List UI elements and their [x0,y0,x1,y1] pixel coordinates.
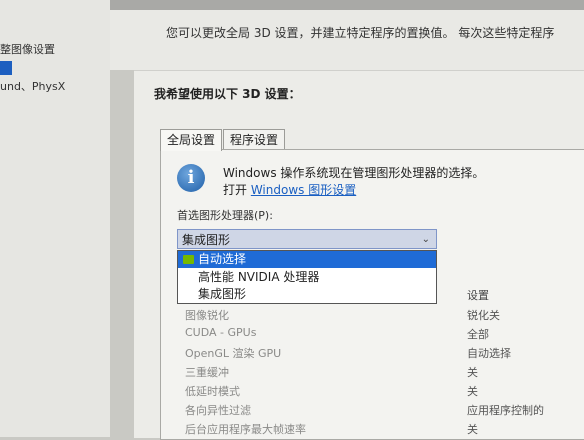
table-row[interactable]: OpenGL 渲染 GPU 自动选择 [161,343,584,362]
preferred-gpu-dropdown: 自动选择 高性能 NVIDIA 处理器 集成图形 [177,250,437,304]
section-title: 我希望使用以下 3D 设置： [154,87,301,101]
left-nav-item-image-settings[interactable]: 整图像设置 [0,41,55,57]
page-description: 您可以更改全局 3D 设置，并建立特定程序的置换值。 每次这些特定程序 [166,26,555,40]
tab-program-settings[interactable]: 程序设置 [223,129,286,150]
feature-name: 图像锐化 [185,309,229,322]
dropdown-option-auto[interactable]: 自动选择 [178,251,436,268]
left-nav-item-physx[interactable]: und、PhysX [0,78,65,94]
top-bar [110,0,584,10]
table-row[interactable]: 低延时模式 关 [161,381,584,400]
feature-name: 各向异性过滤 [185,404,251,417]
table-row[interactable]: 后台应用程序最大帧速率 关 [161,419,584,438]
feature-name: 后台应用程序最大帧速率 [185,423,306,436]
nvidia-chip-icon [183,255,194,264]
feature-value: 全部 [467,328,489,341]
dropdown-option-label: 自动选择 [198,252,247,266]
dropdown-option-integrated[interactable]: 集成图形 [178,286,436,303]
feature-name: OpenGL 渲染 GPU [185,347,282,360]
table-row[interactable]: 各向异性过滤 应用程序控制的 [161,400,584,419]
windows-graphics-settings-link[interactable]: Windows 图形设置 [251,183,356,197]
settings-column-header: 设置 [467,289,489,302]
feature-value: 关 [467,385,478,398]
preferred-gpu-value: 集成图形 [182,233,231,247]
feature-value: 自动选择 [467,347,511,360]
feature-value: 关 [467,366,478,379]
table-row[interactable]: 图像锐化 锐化关 [161,305,584,324]
left-nav-panel: 整图像设置 und、PhysX [0,0,110,437]
description-area: 您可以更改全局 3D 设置，并建立特定程序的置换值。 每次这些特定程序 [110,10,584,70]
preferred-gpu-select[interactable]: 集成图形 ⌄ [177,229,437,249]
feature-value: 应用程序控制的 [467,404,544,417]
left-nav-item-manage-3d[interactable] [0,61,12,75]
preferred-gpu-label: 首选图形处理器(P): [177,209,273,222]
table-row[interactable]: CUDA - GPUs 全部 [161,324,584,343]
feature-name: 三重缓冲 [185,366,229,379]
info-icon: i [177,164,205,192]
info-message: Windows 操作系统现在管理图形处理器的选择。 [223,166,485,180]
feature-name: CUDA - GPUs [185,326,257,339]
info-link-prefix: 打开 [223,183,251,197]
feature-value: 关 [467,423,478,436]
info-link-line: 打开 Windows 图形设置 [223,181,356,198]
chevron-down-icon: ⌄ [421,234,430,245]
dropdown-option-label: 高性能 NVIDIA 处理器 [198,270,320,284]
dropdown-option-label: 集成图形 [198,287,247,301]
settings-card: 我希望使用以下 3D 设置： 全局设置 程序设置 i Windows 操作系统现… [134,70,584,440]
tab-global-settings[interactable]: 全局设置 [160,129,223,151]
dropdown-option-high-performance[interactable]: 高性能 NVIDIA 处理器 [178,269,436,286]
feature-name: 低延时模式 [185,385,240,398]
table-row[interactable]: 三重缓冲 关 [161,362,584,381]
feature-value: 锐化关 [467,309,500,322]
tab-content: i Windows 操作系统现在管理图形处理器的选择。 打开 Windows 图… [160,149,584,440]
